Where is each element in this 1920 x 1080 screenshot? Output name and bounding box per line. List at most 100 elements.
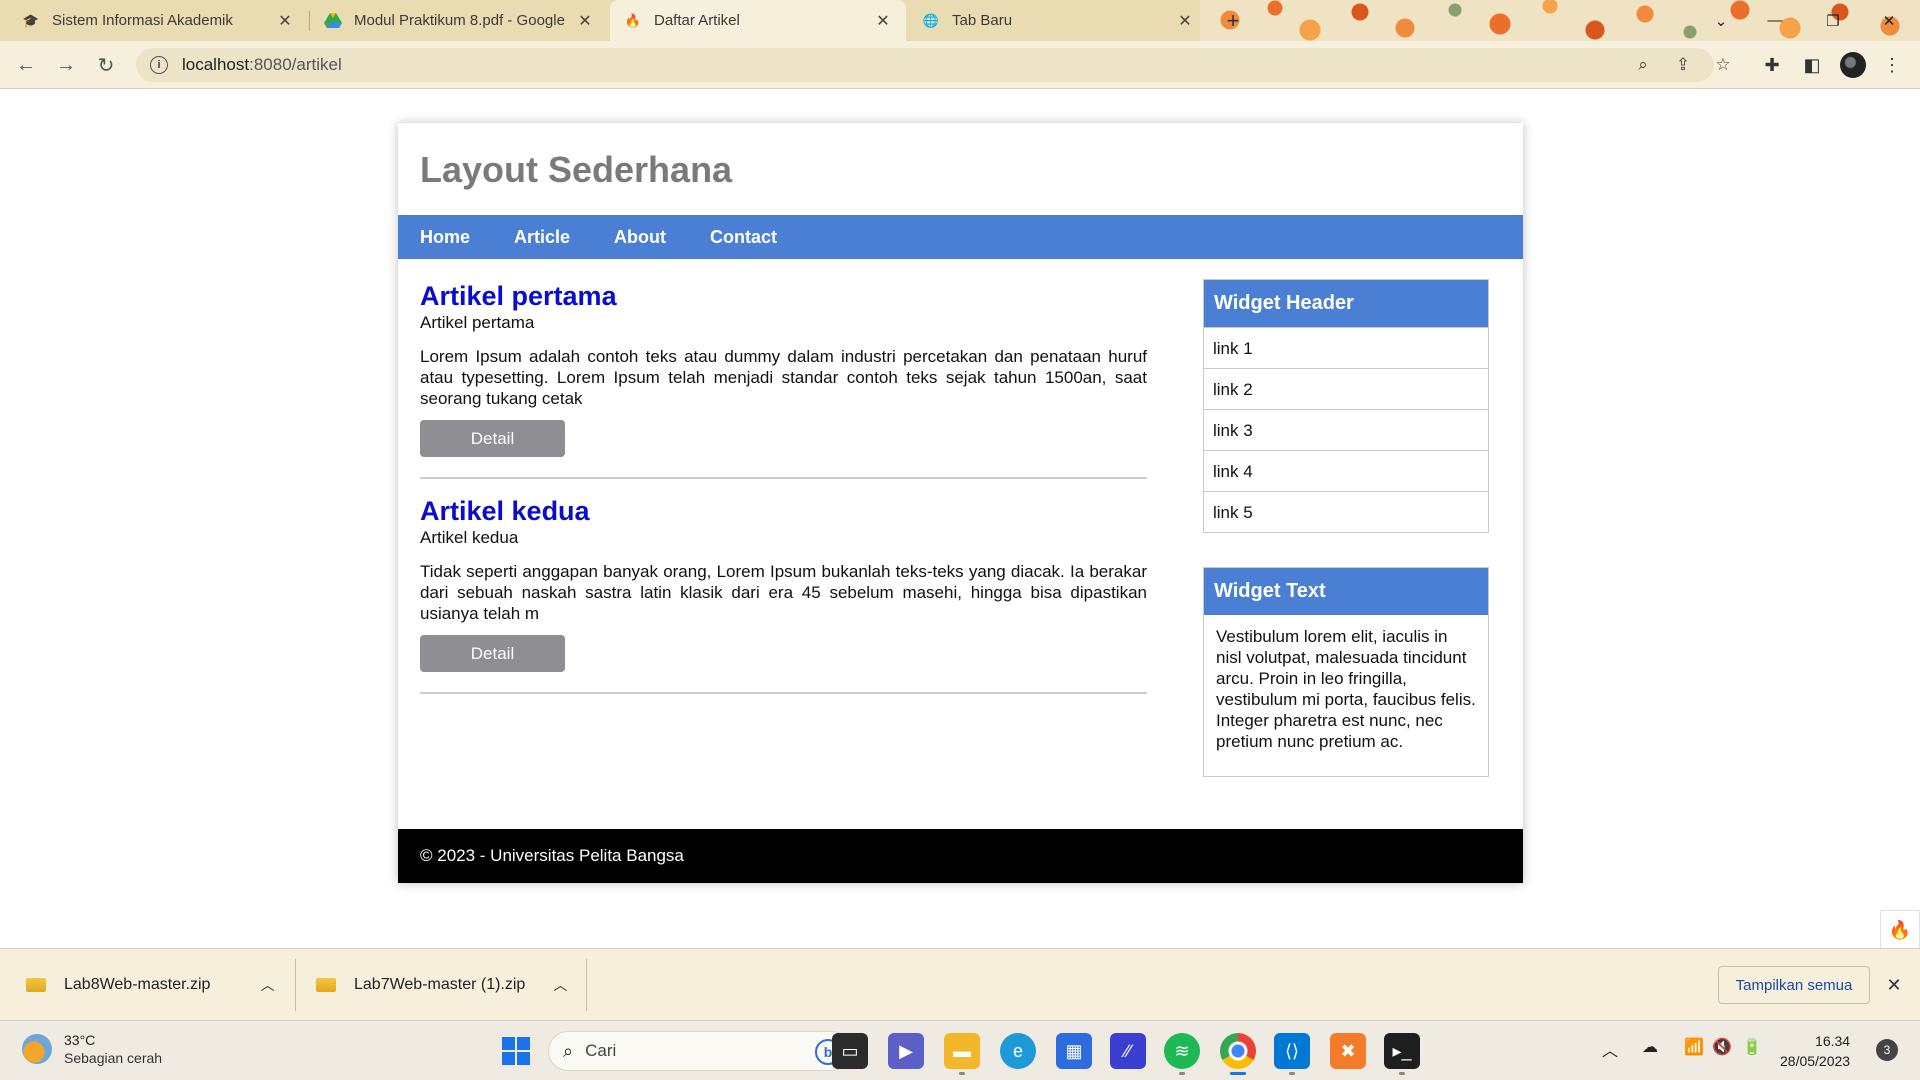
- microsoft-store-icon[interactable]: ▦: [1056, 1033, 1092, 1069]
- widget-link-4[interactable]: link 4: [1204, 450, 1488, 491]
- browser-tab-strip: 🎓 Sistem Informasi Akademik ✕ Modul Prak…: [0, 0, 1920, 41]
- chevron-up-icon[interactable]: ︿: [260, 975, 274, 995]
- forward-arrow-icon[interactable]: →: [50, 49, 82, 81]
- bookmark-star-icon[interactable]: ☆: [1712, 54, 1734, 76]
- widget-link-5[interactable]: link 5: [1204, 491, 1488, 532]
- article-item: Artikel pertama Artikel pertama Lorem Ip…: [420, 280, 1147, 479]
- windows-taskbar: 33°C Sebagian cerah ⌕ Cari b ▭ ▶ ▬ e ▦ ∕…: [0, 1020, 1920, 1080]
- download-separator: [295, 959, 296, 1011]
- article-body: Tidak seperti anggapan banyak orang, Lor…: [420, 562, 1147, 623]
- zip-file-icon: [26, 978, 46, 992]
- wifi-icon[interactable]: 📶: [1684, 1037, 1704, 1057]
- widget-text-body: Vestibulum lorem elit, iaculis in nisl v…: [1216, 627, 1476, 751]
- volume-muted-icon[interactable]: 🔇: [1712, 1037, 1732, 1057]
- tab-daftar-artikel[interactable]: 🔥 Daftar Artikel ✕: [610, 0, 906, 41]
- profile-avatar[interactable]: [1840, 52, 1866, 78]
- tab-tab-baru[interactable]: 🌐 Tab Baru ✕: [908, 0, 1208, 41]
- close-icon[interactable]: ✕: [576, 11, 594, 31]
- search-placeholder: Cari: [585, 1041, 617, 1060]
- codeigniter-toolbar-icon[interactable]: 🔥: [1880, 910, 1920, 950]
- share-icon[interactable]: ⇪: [1672, 54, 1694, 76]
- nav-article[interactable]: Article: [492, 215, 592, 259]
- page-header: Layout Sederhana: [398, 123, 1523, 215]
- article-body: Lorem Ipsum adalah contoh teks atau dumm…: [420, 347, 1147, 408]
- chrome-icon[interactable]: [1220, 1033, 1256, 1075]
- restore-button[interactable]: ❐: [1810, 0, 1856, 41]
- taskbar-search[interactable]: ⌕ Cari b: [548, 1031, 852, 1071]
- download-filename: Lab8Web-master.zip: [64, 976, 211, 993]
- side-panel-icon[interactable]: ◧: [1796, 49, 1828, 81]
- browser-toolbar: ← → ↻ i localhost:8080/artikel ⌕ ⇪ ☆ ✚ ◧…: [0, 41, 1920, 89]
- nav-home[interactable]: Home: [398, 215, 492, 259]
- notification-badge[interactable]: 3: [1876, 1039, 1898, 1061]
- task-view-icon[interactable]: ▭: [832, 1033, 868, 1069]
- widget-text: Widget Text Vestibulum lorem elit, iacul…: [1203, 567, 1489, 777]
- edge-icon[interactable]: e: [1000, 1033, 1036, 1069]
- onedrive-cloud-icon[interactable]: ☁: [1642, 1037, 1658, 1057]
- widget-link-2[interactable]: link 2: [1204, 368, 1488, 409]
- clock-time: 16.34: [1815, 1033, 1851, 1049]
- back-arrow-icon[interactable]: ←: [10, 49, 42, 81]
- article-image-alt: Artikel pertama: [420, 313, 535, 332]
- page-viewport: Layout Sederhana Home Article About Cont…: [0, 90, 1920, 950]
- chevron-up-icon[interactable]: ︿: [553, 975, 567, 995]
- tab-sistem-informasi[interactable]: 🎓 Sistem Informasi Akademik ✕: [8, 0, 308, 41]
- article-item: Artikel kedua Artikel kedua Tidak sepert…: [420, 495, 1147, 694]
- university-icon: 🎓: [22, 12, 40, 28]
- download-item[interactable]: Lab8Web-master.zip ︿: [26, 949, 274, 1021]
- terminal-icon[interactable]: ▸_: [1384, 1033, 1420, 1075]
- sidebar: Widget Header link 1 link 2 link 3 link …: [1203, 279, 1489, 811]
- download-bar: Lab8Web-master.zip ︿ Lab7Web-master (1).…: [0, 948, 1920, 1020]
- globe-icon: 🌐: [922, 12, 940, 28]
- visual-studio-icon[interactable]: ∕∕: [1110, 1033, 1146, 1069]
- menu-kebab-icon[interactable]: ⋮: [1876, 49, 1908, 81]
- site-info-icon[interactable]: i: [150, 56, 168, 74]
- xampp-icon[interactable]: ✖: [1330, 1033, 1366, 1069]
- widget-header-title: Widget Header: [1204, 280, 1488, 327]
- extensions-puzzle-icon[interactable]: ✚: [1756, 49, 1788, 81]
- spotify-icon[interactable]: ≋: [1164, 1033, 1200, 1075]
- tab-modul-praktikum[interactable]: Modul Praktikum 8.pdf - Google ✕: [310, 0, 608, 41]
- weather-widget[interactable]: 33°C Sebagian cerah: [22, 1031, 162, 1067]
- nav-contact[interactable]: Contact: [688, 215, 799, 259]
- address-bar[interactable]: i localhost:8080/artikel ⌕ ⇪ ☆: [136, 48, 1731, 82]
- nav-about[interactable]: About: [592, 215, 688, 259]
- detail-button[interactable]: Detail: [420, 635, 565, 672]
- chevron-up-icon[interactable]: ︿: [1602, 1037, 1618, 1061]
- close-icon[interactable]: ✕: [874, 11, 892, 31]
- url-text[interactable]: localhost:8080/artikel: [182, 55, 342, 75]
- new-tab-button[interactable]: +: [1216, 0, 1250, 41]
- article-image-alt: Artikel kedua: [420, 528, 519, 547]
- widget-links: Widget Header link 1 link 2 link 3 link …: [1203, 279, 1489, 533]
- file-explorer-icon[interactable]: ▬: [944, 1033, 980, 1075]
- page-container: Layout Sederhana Home Article About Cont…: [398, 123, 1523, 883]
- download-item[interactable]: Lab7Web-master (1).zip ︿: [316, 949, 567, 1021]
- article-title[interactable]: Artikel kedua: [420, 495, 1147, 527]
- detail-button[interactable]: Detail: [420, 420, 565, 457]
- page-title: Layout Sederhana: [420, 149, 733, 190]
- close-download-bar-icon[interactable]: ✕: [1882, 973, 1906, 997]
- system-clock[interactable]: 16.34 28/05/2023: [1780, 1031, 1850, 1071]
- article-image: Artikel kedua: [420, 527, 1147, 549]
- close-window-button[interactable]: ✕: [1866, 0, 1912, 41]
- search-icon: ⌕: [563, 1040, 574, 1061]
- codeigniter-icon: 🔥: [624, 12, 642, 28]
- tab-search-chevron-icon[interactable]: ⌄: [1698, 0, 1744, 41]
- reload-icon[interactable]: ↻: [90, 49, 122, 81]
- teams-chat-icon[interactable]: ▶: [888, 1033, 924, 1069]
- close-icon[interactable]: ✕: [276, 11, 294, 31]
- zoom-icon[interactable]: ⌕: [1632, 54, 1654, 76]
- weather-sun-icon: [22, 1034, 52, 1064]
- start-button[interactable]: [498, 1033, 534, 1069]
- battery-icon[interactable]: 🔋: [1742, 1037, 1762, 1057]
- minimize-button[interactable]: —: [1752, 0, 1798, 41]
- widget-link-1[interactable]: link 1: [1204, 327, 1488, 368]
- close-icon[interactable]: ✕: [1176, 11, 1194, 31]
- vscode-icon[interactable]: ⟨⟩: [1274, 1033, 1310, 1075]
- page-footer: © 2023 - Universitas Pelita Bangsa: [398, 829, 1523, 883]
- show-all-downloads-button[interactable]: Tampilkan semua: [1718, 966, 1870, 1004]
- weather-desc: Sebagian cerah: [64, 1050, 163, 1066]
- article-title[interactable]: Artikel pertama: [420, 280, 1147, 312]
- widget-link-3[interactable]: link 3: [1204, 409, 1488, 450]
- google-drive-icon: [324, 12, 342, 30]
